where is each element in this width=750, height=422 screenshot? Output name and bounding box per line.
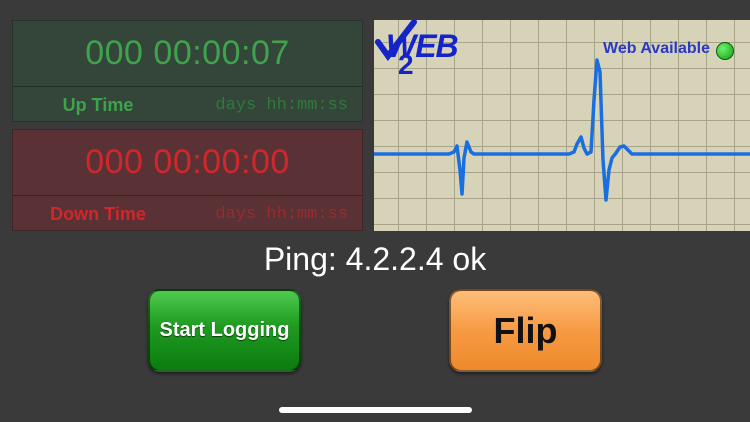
uptime-panel: 000 00:00:07 Up Time days hh:mm:ss — [12, 20, 363, 122]
status-indicator-icon — [716, 42, 734, 60]
uptime-label: Up Time — [62, 94, 134, 115]
downtime-format: days hh:mm:ss — [215, 204, 348, 224]
start-logging-button[interactable]: Start Logging — [148, 289, 301, 372]
web-status-text: Web Available — [603, 40, 710, 57]
uptime-format: days hh:mm:ss — [215, 95, 348, 115]
downtime-divider — [13, 195, 362, 196]
home-indicator[interactable] — [279, 407, 472, 413]
uptime-value: 000 00:00:07 — [85, 33, 290, 72]
ecg-graph: WEB 2 Web Available — [374, 20, 750, 231]
app-screen: 000 00:00:07 Up Time days hh:mm:ss 000 0… — [0, 0, 750, 422]
downtime-value: 000 00:00:00 — [85, 142, 290, 181]
downtime-label: Down Time — [50, 203, 146, 224]
checkmark-logo-icon: 2 — [375, 20, 417, 76]
flip-button[interactable]: Flip — [449, 289, 602, 372]
ping-status: Ping: 4.2.2.4 ok — [263, 240, 487, 277]
uptime-divider — [13, 86, 362, 87]
ecg-trace — [374, 58, 750, 202]
logo-subscript: 2 — [398, 49, 414, 76]
downtime-panel: 000 00:00:00 Down Time days hh:mm:ss — [12, 129, 363, 231]
